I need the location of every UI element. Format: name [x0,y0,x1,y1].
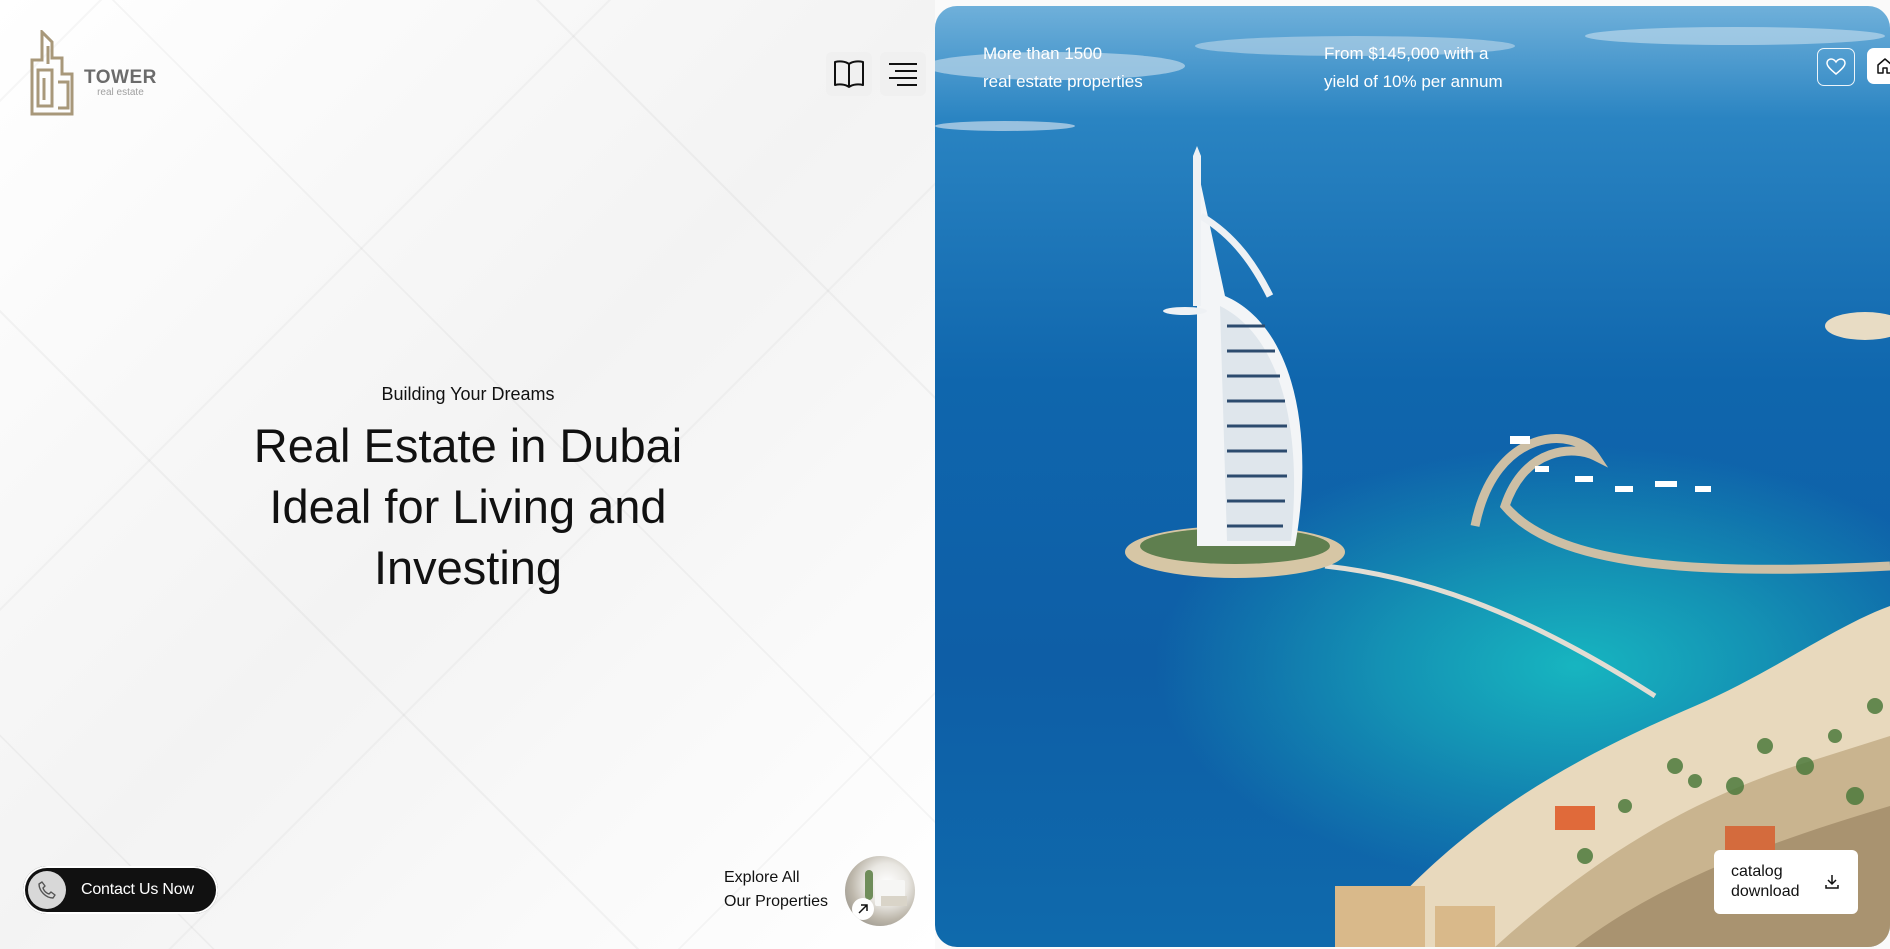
brand-name: TOWER [84,67,157,88]
burj-al-arab-image [935,27,1890,947]
catalog-download-button[interactable]: catalog download [1714,850,1858,914]
download-icon [1825,875,1839,889]
tower-logo-icon [30,30,74,116]
catalog-label-line-1: catalog [1731,863,1783,880]
hero-content: Building Your Dreams Real Estate in Duba… [200,384,736,598]
stat-price-line-1: From $145,000 with a [1324,44,1489,63]
hero-image-panel: More than 1500 real estate properties Fr… [935,6,1890,947]
stat-properties-line-2: real estate properties [983,72,1143,91]
menu-button[interactable] [880,52,926,96]
hero-title-line-2: Ideal for Living and [269,480,667,533]
hero-title-line-3: Investing [373,541,563,594]
home-button[interactable] [1867,48,1890,84]
hero-title: Real Estate in Dubai Ideal for Living an… [200,415,736,598]
phone-icon [28,871,66,909]
stat-properties-line-1: More than 1500 [983,44,1103,63]
contact-us-button[interactable]: Contact Us Now [23,866,218,914]
stat-properties: More than 1500 real estate properties [983,40,1143,96]
explore-line-2: Our Properties [724,893,829,910]
brand-tagline: real estate [97,87,144,98]
contact-us-label: Contact Us Now [81,881,194,898]
explore-properties-link[interactable]: Explore All Our Properties [724,866,828,914]
catalog-label-line-2: download [1731,883,1800,900]
stat-price-line-2: yield of 10% per annum [1324,72,1503,91]
arrow-up-right-icon [852,898,874,920]
explore-properties-thumbnail[interactable] [845,856,915,926]
home-icon [1877,58,1890,74]
heart-icon [1826,58,1846,75]
book-icon [834,60,864,88]
hero-kicker: Building Your Dreams [381,384,555,404]
menu-icon [889,63,917,86]
brand-logo[interactable]: TOWER real estate [28,30,157,116]
favorite-button[interactable] [1817,48,1855,86]
explore-line-1: Explore All [724,869,800,886]
stat-price-yield: From $145,000 with a yield of 10% per an… [1324,40,1503,96]
catalog-book-button[interactable] [826,52,872,96]
hero-title-line-1: Real Estate in Dubai [253,419,683,472]
